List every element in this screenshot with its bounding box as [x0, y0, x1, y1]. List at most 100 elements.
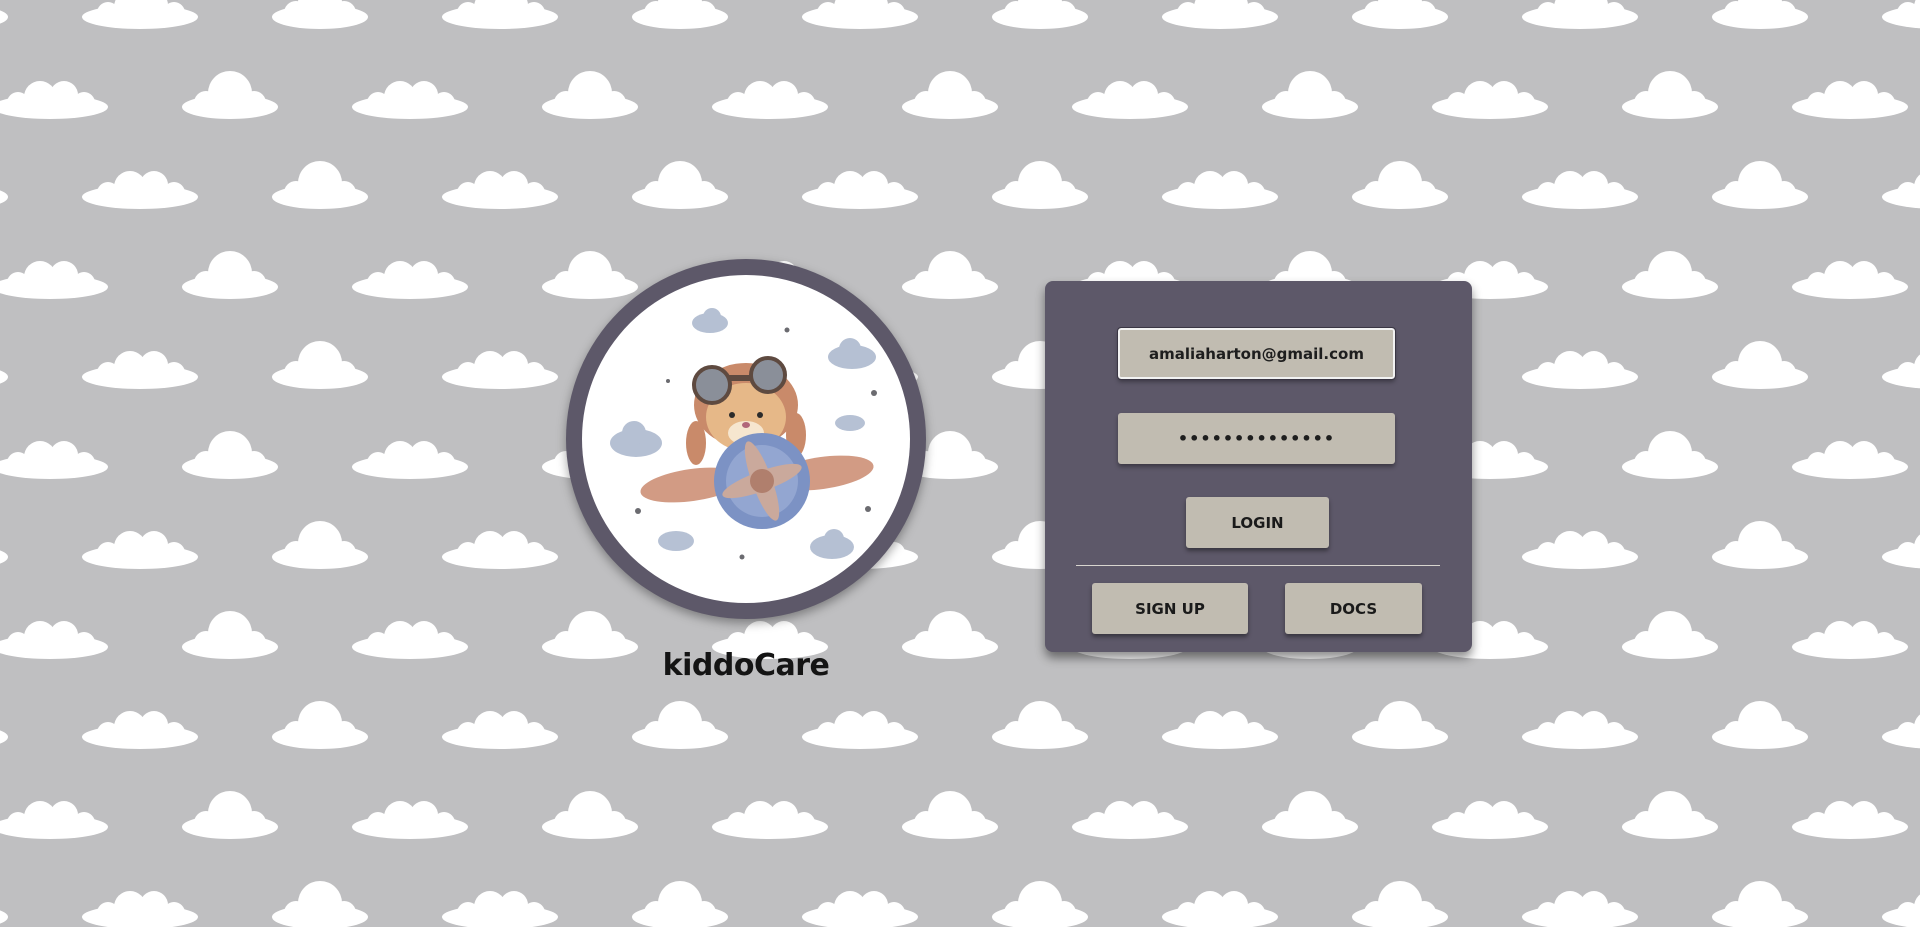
- cloud-shape: [182, 71, 278, 119]
- cloud-shape: [1522, 711, 1638, 749]
- cloud-shape: [442, 351, 558, 389]
- cloud-shape: [1162, 0, 1278, 29]
- cloud-shape: [542, 791, 638, 839]
- brand-title: kiddoCare: [662, 648, 830, 683]
- cloud-pattern-background: [0, 0, 1920, 927]
- cloud-shape: [802, 891, 918, 927]
- cloud-shape: [1352, 701, 1448, 749]
- cloud-shape: [1162, 891, 1278, 927]
- cloud-shape: [902, 791, 998, 839]
- cloud-shape: [902, 611, 998, 659]
- cloud-shape: [1522, 0, 1638, 29]
- cloud-shape: [992, 881, 1088, 927]
- docs-button[interactable]: DOCS: [1285, 583, 1422, 634]
- cloud-shape: [1882, 891, 1920, 927]
- cloud-shape: [1882, 711, 1920, 749]
- cloud-shape: [0, 81, 108, 119]
- cloud-shape: [272, 341, 368, 389]
- cloud-shape: [1432, 801, 1548, 839]
- cloud-shape: [1882, 0, 1920, 29]
- cloud-shape: [632, 701, 728, 749]
- cloud-shape: [1792, 621, 1908, 659]
- cloud-shape: [352, 441, 468, 479]
- cloud-shape: [802, 711, 918, 749]
- cloud-shape: [1622, 611, 1718, 659]
- cloud-shape: [992, 701, 1088, 749]
- cloud-shape: [1162, 711, 1278, 749]
- signup-button[interactable]: SIGN UP: [1092, 583, 1248, 634]
- cloud-shape: [182, 431, 278, 479]
- cloud-shape: [0, 521, 8, 569]
- cloud-shape: [442, 0, 558, 29]
- cloud-shape: [442, 171, 558, 209]
- login-button[interactable]: LOGIN: [1186, 497, 1329, 548]
- cloud-shape: [1522, 351, 1638, 389]
- cloud-shape: [272, 881, 368, 927]
- cloud-shape: [1622, 71, 1718, 119]
- cloud-shape: [1792, 801, 1908, 839]
- cloud-shape: [1882, 531, 1920, 569]
- cloud-shape: [1432, 81, 1548, 119]
- cloud-shape: [992, 0, 1088, 29]
- cloud-shape: [272, 701, 368, 749]
- cloud-shape: [0, 801, 108, 839]
- cloud-shape: [82, 891, 198, 927]
- cloud-shape: [1072, 81, 1188, 119]
- cloud-shape: [0, 341, 8, 389]
- cloud-shape: [82, 711, 198, 749]
- cloud-shape: [632, 161, 728, 209]
- cloud-shape: [542, 251, 638, 299]
- cloud-shape: [1792, 81, 1908, 119]
- cloud-shape: [992, 161, 1088, 209]
- cloud-shape: [712, 801, 828, 839]
- cloud-shape: [0, 0, 8, 29]
- cloud-shape: [902, 251, 998, 299]
- cloud-shape: [82, 531, 198, 569]
- cloud-shape: [352, 81, 468, 119]
- cloud-shape: [352, 801, 468, 839]
- cloud-shape: [82, 0, 198, 29]
- cloud-shape: [82, 171, 198, 209]
- cloud-shape: [1792, 441, 1908, 479]
- cloud-shape: [632, 0, 728, 29]
- cloud-shape: [442, 531, 558, 569]
- cloud-shape: [1882, 351, 1920, 389]
- cloud-shape: [82, 351, 198, 389]
- cloud-shape: [802, 171, 918, 209]
- cloud-shape: [272, 0, 368, 29]
- cloud-shape: [632, 881, 728, 927]
- cloud-shape: [712, 81, 828, 119]
- cloud-shape: [1622, 431, 1718, 479]
- cloud-shape: [1712, 341, 1808, 389]
- cloud-shape: [1352, 0, 1448, 29]
- cloud-shape: [1712, 701, 1808, 749]
- cloud-shape: [0, 621, 108, 659]
- cloud-shape: [542, 611, 638, 659]
- cloud-shape: [1522, 891, 1638, 927]
- cloud-shape: [1162, 171, 1278, 209]
- cloud-shape: [1712, 0, 1808, 29]
- cloud-shape: [182, 611, 278, 659]
- cloud-shape: [1712, 881, 1808, 927]
- cloud-shape: [182, 791, 278, 839]
- logo-badge: [566, 259, 926, 619]
- cloud-shape: [442, 891, 558, 927]
- cloud-shape: [272, 161, 368, 209]
- cloud-shape: [1352, 881, 1448, 927]
- cloud-shape: [0, 261, 108, 299]
- password-field[interactable]: ••••••••••••••: [1118, 413, 1395, 464]
- cloud-shape: [352, 261, 468, 299]
- email-field[interactable]: amaliaharton@gmail.com: [1117, 327, 1396, 380]
- cloud-shape: [542, 71, 638, 119]
- cloud-shape: [442, 711, 558, 749]
- cloud-shape: [1792, 261, 1908, 299]
- cloud-shape: [0, 161, 8, 209]
- cloud-shape: [1622, 251, 1718, 299]
- cloud-shape: [0, 701, 8, 749]
- login-panel: amaliaharton@gmail.com •••••••••••••• LO…: [1045, 281, 1472, 652]
- cloud-shape: [1352, 161, 1448, 209]
- cloud-shape: [0, 881, 8, 927]
- cloud-shape: [1262, 71, 1358, 119]
- cloud-shape: [352, 621, 468, 659]
- cloud-shape: [1882, 171, 1920, 209]
